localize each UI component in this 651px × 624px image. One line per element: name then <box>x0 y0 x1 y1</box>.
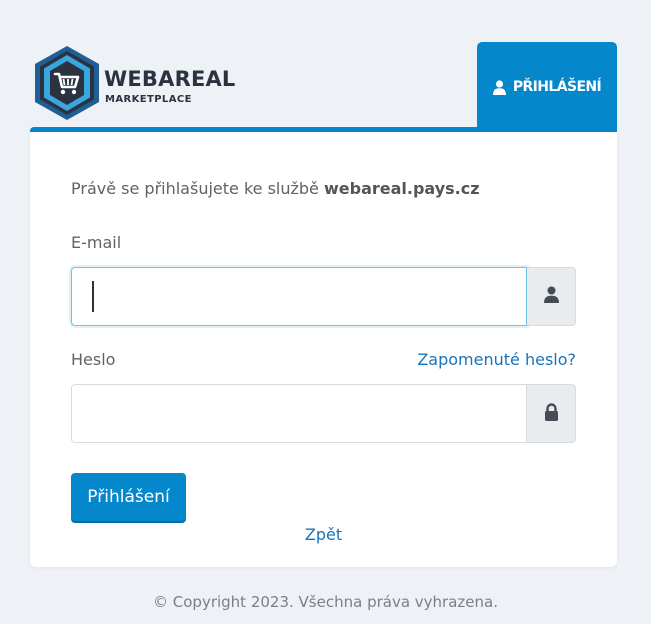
email-addon <box>527 267 576 326</box>
header: WEBAREAL MARKETPLACE PŘIHLÁŠENÍ <box>30 40 617 132</box>
cart-hexagon-icon <box>35 46 99 120</box>
email-input-group <box>71 267 576 326</box>
login-card: Právě se přihlašujete ke službě webareal… <box>30 132 617 567</box>
tab-login[interactable]: PŘIHLÁŠENÍ <box>477 42 617 132</box>
brand-logo[interactable]: WEBAREAL MARKETPLACE <box>33 45 236 121</box>
service-name: webareal.pays.cz <box>323 179 480 198</box>
email-label: E-mail <box>71 233 122 252</box>
password-field[interactable] <box>71 384 527 443</box>
password-input-group <box>71 384 576 443</box>
intro-prefix: Právě se přihlašujete ke službě <box>71 179 324 198</box>
login-button[interactable]: Přihlášení <box>71 473 186 521</box>
intro-text: Právě se přihlašujete ke službě webareal… <box>71 179 480 198</box>
back-link[interactable]: Zpět <box>30 525 617 544</box>
brand-subtitle: MARKETPLACE <box>105 94 192 105</box>
forgot-password-link[interactable]: Zapomenuté heslo? <box>417 350 576 369</box>
user-icon <box>543 286 559 307</box>
text-caret <box>92 281 94 312</box>
email-field[interactable] <box>71 267 527 326</box>
footer-copyright: © Copyright 2023. Všechna práva vyhrazen… <box>153 593 498 611</box>
lock-icon <box>544 402 559 425</box>
password-addon <box>527 384 576 443</box>
user-icon <box>492 79 506 95</box>
password-label: Heslo <box>71 350 116 369</box>
brand-name: WEBAREAL <box>104 67 236 91</box>
tab-login-label: PŘIHLÁŠENÍ <box>512 79 602 95</box>
